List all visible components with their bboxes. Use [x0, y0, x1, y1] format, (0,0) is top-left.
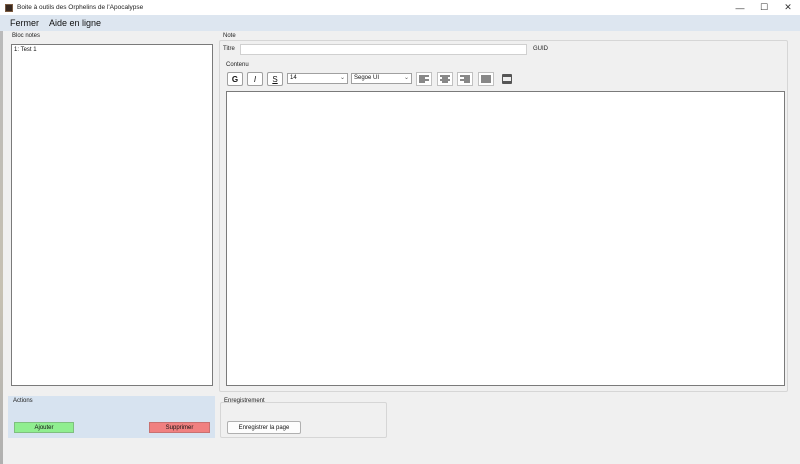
bold-glyph: G — [231, 74, 239, 84]
maximize-button[interactable]: ☐ — [752, 0, 776, 15]
titre-input[interactable] — [240, 44, 527, 55]
note-group-label: Note — [223, 33, 236, 39]
menu-aide-en-ligne[interactable]: Aide en ligne — [44, 18, 106, 28]
align-justify-button[interactable] — [478, 72, 494, 86]
window-controls: — ☐ ✕ — [728, 0, 800, 15]
underline-button[interactable]: S — [267, 72, 283, 86]
delete-note-button[interactable]: Supprimer — [149, 422, 210, 433]
align-justify-icon — [481, 75, 491, 82]
underline-glyph: S — [272, 74, 278, 84]
font-family-select[interactable]: Segoe UI ⌄ — [351, 73, 412, 84]
font-size-value: 14 — [290, 75, 297, 81]
pdf-icon — [502, 74, 512, 84]
window-titlebar: Boite à outils des Orphelins de l'Apocal… — [0, 0, 800, 15]
align-center-button[interactable] — [437, 72, 453, 86]
background-edge — [0, 31, 3, 464]
enregistrement-label: Enregistrement — [224, 398, 265, 404]
contenu-label: Contenu — [226, 62, 249, 68]
bold-button[interactable]: G — [227, 72, 243, 86]
font-size-select[interactable]: 14 ⌄ — [287, 73, 348, 84]
add-note-button[interactable]: Ajouter — [14, 422, 74, 433]
titre-label: Titre — [223, 46, 235, 52]
align-right-button[interactable] — [457, 72, 473, 86]
bloc-notes-label: Bloc notes — [12, 33, 41, 39]
font-family-value: Segoe UI — [354, 75, 380, 81]
chevron-down-icon: ⌄ — [403, 75, 409, 81]
menu-fermer[interactable]: Fermer — [5, 18, 44, 28]
align-left-button[interactable] — [416, 72, 432, 86]
export-pdf-button[interactable] — [500, 72, 514, 86]
align-right-icon — [460, 75, 470, 82]
align-center-icon — [440, 75, 450, 82]
save-page-button[interactable]: Enregistrer la page — [227, 421, 301, 434]
chevron-down-icon: ⌄ — [339, 75, 345, 81]
window-title: Boite à outils des Orphelins de l'Apocal… — [17, 4, 144, 11]
actions-label: Actions — [13, 398, 33, 404]
italic-button[interactable]: I — [247, 72, 263, 86]
list-item[interactable]: 1: Test 1 — [12, 45, 212, 55]
align-left-icon — [419, 75, 429, 82]
app-icon — [5, 3, 13, 12]
note-content-editor[interactable] — [226, 91, 785, 386]
minimize-button[interactable]: — — [728, 0, 752, 15]
guid-label: GUID — [533, 46, 548, 52]
menu-bar: Fermer Aide en ligne — [0, 15, 800, 31]
italic-glyph: I — [253, 74, 257, 84]
close-button[interactable]: ✕ — [776, 0, 800, 15]
notes-list[interactable]: 1: Test 1 — [11, 44, 213, 386]
